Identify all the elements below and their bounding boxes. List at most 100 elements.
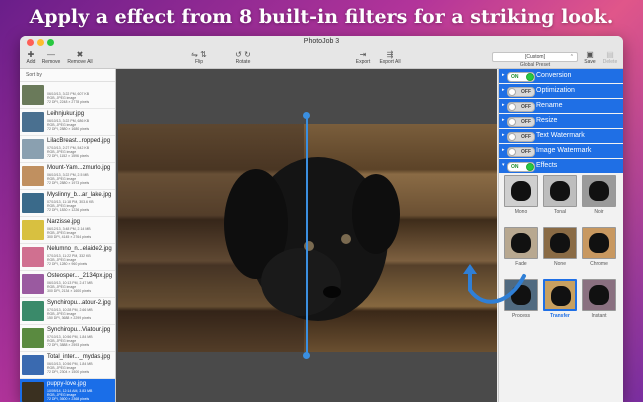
file-name: Nelumno_n...elaide2.jpg [47,246,112,252]
trash-icon: ▤ [606,50,614,59]
effect-none[interactable]: None [543,227,577,267]
compare-split-line[interactable] [306,115,308,355]
effect-puppy-preview [511,233,531,253]
file-list: 06/10/13, 3:22 PM, 607 KB RGB, JPEG imag… [20,82,115,402]
effect-thumbnail [582,227,616,259]
file-meta: 06/10/13, 10:56 PM, 1.84 MB RGB, JPEG im… [47,362,93,375]
toggle-state: OFF [521,89,531,95]
section-label: Image Watermark [536,147,592,154]
section-image-watermark[interactable]: ▸ OFF Image Watermark [499,144,623,158]
disclosure-icon[interactable]: ▸ [502,132,505,138]
flip-icon: ⇋ ⇅ [191,50,207,59]
file-list-item[interactable]: Synchiropu...Viatour.jpg 07/10/13, 10:56 … [20,325,115,352]
section-toggle[interactable]: OFF [507,87,535,97]
effect-noir[interactable]: Noir [582,175,616,215]
effect-chrome[interactable]: Chrome [582,227,616,267]
remove-button[interactable]: — Remove [40,50,62,66]
x-icon: ✖ [76,50,84,59]
delete-button[interactable]: ▤ Delete [600,50,620,66]
file-list-item[interactable]: Total_inter..._mydas.jpg 06/10/13, 10:56 … [20,352,115,379]
split-handle-top[interactable] [303,112,310,119]
section-toggle[interactable]: OFF [507,102,535,112]
save-button[interactable]: ▣ Save [582,50,598,66]
file-list-item[interactable]: Myslinny_b...ar_lake.jpg 07/10/13, 11:18 … [20,190,115,217]
section-toggle[interactable]: OFF [507,132,535,142]
file-list-sidebar: Sort by 06/10/13, 3:22 PM, 607 KB RGB, J… [20,69,116,402]
file-list-item[interactable]: Narzisse.jpg 06/12/13, 3:48 PM, 2.14 MB R… [20,217,115,244]
file-thumbnail [22,112,44,132]
window-title: PhotoJob 3 [303,38,340,45]
disclosure-icon[interactable]: ▸ [502,87,505,93]
file-list-item[interactable]: LilacBreast...ropped.jpg 07/10/13, 2:27 P… [20,136,115,163]
section-rename[interactable]: ▸ OFF Rename [499,99,623,113]
disclosure-icon[interactable]: ▾ [502,162,505,168]
section-effects[interactable]: ▾ ON Effects [499,159,623,173]
section-toggle[interactable]: ON [507,72,535,82]
disclosure-icon[interactable]: ▸ [502,147,505,153]
file-list-item[interactable]: Osteosper..._2134px.jpg 06/10/13, 10:13 P… [20,271,115,298]
effect-mono[interactable]: Mono [504,175,538,215]
file-thumbnail [22,382,44,402]
remove-all-button[interactable]: ✖ Remove All [64,50,96,66]
disclosure-icon[interactable]: ▸ [502,117,505,123]
settings-panel: ▸ ON Conversion ▸ OFF Optimization ▸ OFF Rename ▸… [498,69,623,402]
toggle-state: OFF [521,134,531,140]
file-list-item[interactable]: Mount-Yam...zmurlo.jpg 06/10/13, 3:22 PM,… [20,163,115,190]
toolbar: ✚ Add — Remove ✖ Remove All ⇋ ⇅ Flip ↺ ↻… [20,50,623,69]
effect-transfer[interactable]: Transfer [543,279,577,319]
effect-fade[interactable]: Fade [504,227,538,267]
toggle-state: OFF [521,149,531,155]
section-label: Conversion [536,72,572,79]
file-list-item[interactable]: puppy-love.jpg 10/09/14, 12:14 AM, 3.83 M… [20,379,115,402]
toggle-knob [526,163,534,171]
section-text-watermark[interactable]: ▸ OFF Text Watermark [499,129,623,143]
effect-thumbnail [504,175,538,207]
effect-label: None [554,261,566,267]
file-name: Leihnjukur.jpg [47,111,85,117]
effect-thumbnail [504,227,538,259]
section-optimization[interactable]: ▸ OFF Optimization [499,84,623,98]
section-conversion[interactable]: ▸ ON Conversion [499,69,623,83]
effect-puppy-preview [511,181,531,201]
sort-by-control[interactable]: Sort by [20,69,115,82]
effect-tonal[interactable]: Tonal [543,175,577,215]
file-meta: 07/10/13, 10:56 PM, 1.84 MB RGB, JPEG im… [47,335,93,348]
export-button[interactable]: ⇥ Export [352,50,374,66]
export-all-button[interactable]: ⇶ Export All [376,50,404,66]
effect-instant[interactable]: Instant [582,279,616,319]
flip-button[interactable]: ⇋ ⇅ Flip [184,50,214,66]
effect-puppy-preview [589,233,609,253]
rotate-icon: ↺ ↻ [235,50,251,59]
save-icon: ▣ [586,50,594,59]
split-handle-bottom[interactable] [303,352,310,359]
effect-label: Mono [514,209,528,215]
disclosure-icon[interactable]: ▸ [502,72,505,78]
global-preset-select[interactable]: [Custom] ⌃ [492,52,578,62]
file-name: LilacBreast...ropped.jpg [47,138,111,144]
section-toggle[interactable]: OFF [507,147,535,157]
curved-arrow-annotation [463,264,526,304]
file-thumbnail [22,355,44,375]
file-list-item[interactable]: Synchiropu...atour-2.jpg 07/10/13, 10:28 … [20,298,115,325]
section-toggle[interactable]: OFF [507,117,535,127]
file-name: Mount-Yam...zmurlo.jpg [47,165,111,171]
file-thumbnail [22,247,44,267]
file-thumbnail [22,139,44,159]
file-thumbnail [22,166,44,186]
file-list-item[interactable]: 06/10/13, 3:22 PM, 607 KB RGB, JPEG imag… [20,82,115,109]
add-button[interactable]: ✚ Add [24,50,38,66]
section-resize[interactable]: ▸ OFF Resize [499,114,623,128]
settings-sections: ▸ ON Conversion ▸ OFF Optimization ▸ OFF Rename ▸… [499,69,623,173]
disclosure-icon[interactable]: ▸ [502,102,505,108]
file-list-item[interactable]: Leihnjukur.jpg 06/10/13, 3:22 PM, 686 KB … [20,109,115,136]
toggle-knob [508,133,516,141]
file-meta: 07/10/13, 2:27 PM, 542 KB RGB, JPEG imag… [47,146,90,159]
section-toggle[interactable]: ON [507,162,535,172]
rotate-button[interactable]: ↺ ↻ Rotate [228,50,258,66]
global-preset-label: Global Preset [519,62,551,68]
effect-label: Chrome [590,261,608,267]
file-list-item[interactable]: Nelumno_n...elaide2.jpg 07/10/13, 11:22 P… [20,244,115,271]
preview-image [118,124,497,352]
toggle-knob [508,88,516,96]
effect-thumbnail [543,175,577,207]
